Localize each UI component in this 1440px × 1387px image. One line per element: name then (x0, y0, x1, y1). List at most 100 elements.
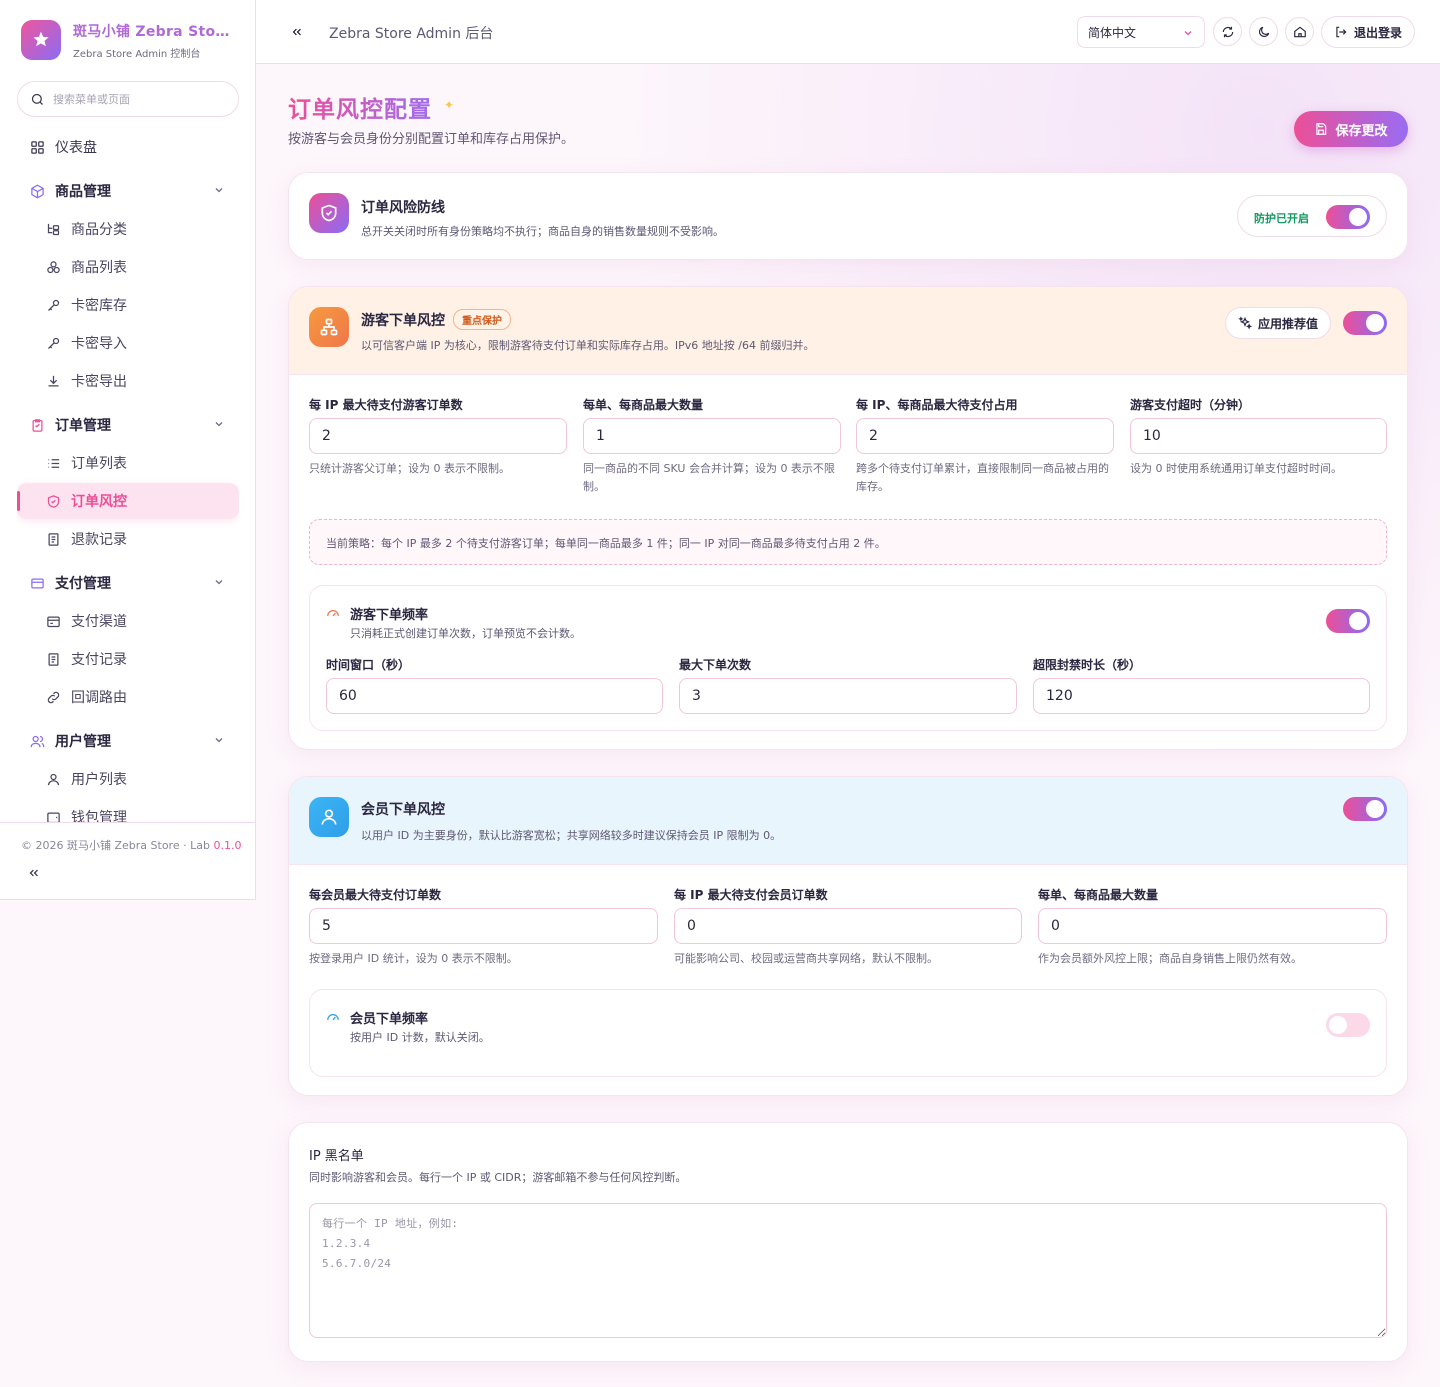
home-icon (1293, 26, 1306, 37)
collapse-menu-button[interactable] (290, 24, 304, 43)
sidebar-item-refunds[interactable]: 退款记录 (17, 521, 239, 557)
member-max-qty-per-order-input[interactable] (1038, 908, 1387, 944)
sidebar-item-order-risk[interactable]: 订单风控 (17, 483, 239, 519)
search-icon (31, 93, 43, 105)
sidebar-item-label: 订单风控 (71, 494, 127, 510)
chevron-down-icon (1184, 31, 1192, 36)
sidebar-footer: © 2026 斑马小铺 Zebra Store · Lab 0.1.0 (0, 822, 255, 877)
refresh-button[interactable] (1213, 17, 1242, 46)
guest-max-qty-per-order-input[interactable] (583, 418, 841, 454)
guest-frequency-description: 只消耗正式创建订单次数，订单预览不会计数。 (350, 627, 581, 640)
apply-recommended-button[interactable]: 应用推荐值 (1225, 307, 1331, 339)
sidebar-item-label: 回调路由 (71, 690, 127, 706)
sidebar-item-pay-channels[interactable]: 支付渠道 (17, 603, 239, 639)
page-description: 按游客与会员身份分别配置订单和库存占用保护。 (288, 132, 575, 147)
guest-field-label: 每 IP 最大待支付游客订单数 (309, 398, 463, 412)
member-risk-toggle[interactable] (1343, 797, 1387, 821)
chevrons-left-icon (29, 869, 38, 877)
sidebar-item-order-list[interactable]: 订单列表 (17, 445, 239, 481)
shield-check-icon (309, 193, 349, 233)
main-content: 订单风控配置 ✦ 按游客与会员身份分别配置订单和库存占用保护。 保存更改 订单风… (256, 64, 1440, 1387)
ip-blacklist-textarea[interactable] (309, 1203, 1387, 1338)
receipt-icon (45, 651, 61, 667)
guest-payment-timeout-input[interactable] (1130, 418, 1387, 454)
ban-duration-input[interactable] (1033, 678, 1370, 714)
sidebar: 斑马小铺 Zebra Store Zebra Store Admin 控制台 仪… (0, 0, 256, 900)
blacklist-description: 同时影响游客和会员。每行一个 IP 或 CIDR；游客邮箱不参与任何风控判断。 (309, 1171, 687, 1184)
sidebar-group-payments[interactable]: 支付管理 (17, 565, 239, 601)
copyright-text: © 2026 斑马小铺 Zebra Store · Lab (21, 839, 214, 852)
defense-description: 总开关关闭时所有身份策略均不执行；商品自身的销售数量规则不受影响。 (361, 225, 724, 238)
credit-card-icon (29, 575, 45, 591)
member-max-pending-orders-input[interactable] (309, 908, 658, 944)
ip-blacklist-card: IP 黑名单 同时影响游客和会员。每行一个 IP 或 CIDR；游客邮箱不参与任… (288, 1122, 1408, 1362)
sidebar-item-callback-routes[interactable]: 回调路由 (17, 679, 239, 715)
sidebar-item-card-export[interactable]: 卡密导出 (17, 363, 239, 399)
max-orders-input[interactable] (679, 678, 1017, 714)
time-window-input[interactable] (326, 678, 663, 714)
defense-toggle[interactable] (1326, 205, 1370, 229)
member-max-pending-per-ip-input[interactable] (674, 908, 1022, 944)
guest-field-help: 同一商品的不同 SKU 会合并计算；设为 0 表示不限制。 (583, 462, 835, 493)
home-button[interactable] (1285, 17, 1314, 46)
guest-max-pending-orders-per-ip-input[interactable] (309, 418, 567, 454)
sidebar-item-label: 支付渠道 (71, 614, 127, 630)
logout-button[interactable]: 退出登录 (1321, 16, 1415, 48)
guest-frequency-toggle[interactable] (1326, 609, 1370, 633)
sidebar-item-label: 商品分类 (71, 222, 127, 238)
member-frequency-toggle[interactable] (1326, 1013, 1370, 1037)
guest-field-label: 每 IP、每商品最大待支付占用 (856, 398, 1018, 412)
member-risk-card: 会员下单风控 以用户 ID 为主要身份，默认比游客宽松；共享网络较多时建议保持会… (288, 776, 1408, 1096)
guest-risk-toggle[interactable] (1343, 311, 1387, 335)
save-icon (1316, 123, 1327, 135)
guest-frequency-label: 超限封禁时长（秒） (1033, 658, 1142, 672)
chevron-down-icon (215, 738, 223, 743)
guest-title-row: 游客下单风控 重点保护 (361, 309, 511, 330)
sidebar-group-orders[interactable]: 订单管理 (17, 407, 239, 443)
guest-risk-card: 游客下单风控 重点保护 以可信客户端 IP 为核心，限制游客待支付订单和实际库存占… (288, 286, 1408, 750)
sidebar-item-label: 订单列表 (71, 456, 127, 472)
wallet-icon (45, 809, 61, 822)
collapse-sidebar-button[interactable] (27, 865, 41, 884)
version-text: 0.1.0 (213, 839, 242, 852)
sidebar-item-label: 卡密库存 (71, 298, 127, 314)
theme-toggle-button[interactable] (1249, 17, 1278, 46)
guest-priority-tag: 重点保护 (453, 309, 511, 330)
brand[interactable]: 斑马小铺 Zebra Store Zebra Store Admin 控制台 (21, 20, 231, 60)
guest-frequency-label: 时间窗口（秒） (326, 658, 411, 672)
tree-icon (45, 221, 61, 237)
save-button[interactable]: 保存更改 (1294, 111, 1408, 147)
member-frequency-title: 会员下单频率 (350, 1012, 429, 1027)
sidebar-item-categories[interactable]: 商品分类 (17, 211, 239, 247)
sidebar-item-pay-records[interactable]: 支付记录 (17, 641, 239, 677)
sidebar-group-products[interactable]: 商品管理 (17, 173, 239, 209)
member-frequency-panel: 会员下单频率 按用户 ID 计数，默认关闭。 (309, 989, 1387, 1077)
menu-search[interactable] (17, 81, 239, 117)
member-field-help: 按登录用户 ID 统计，设为 0 表示不限制。 (309, 952, 518, 965)
search-input[interactable] (53, 92, 223, 106)
defense-status: 防护已开启 (1237, 195, 1387, 237)
sidebar-item-products[interactable]: 商品列表 (17, 249, 239, 285)
gauge-icon (327, 610, 339, 617)
sidebar-item-card-stock[interactable]: 卡密库存 (17, 287, 239, 323)
member-field-label: 每会员最大待支付订单数 (309, 888, 442, 902)
language-select[interactable]: 简体中文 (1077, 16, 1205, 48)
key-icon (45, 297, 61, 313)
brand-logo-icon (21, 20, 61, 60)
sidebar-item-card-import[interactable]: 卡密导入 (17, 325, 239, 361)
sidebar-nav: 仪表盘 商品管理 商品分类 商品列表 卡密库存 卡密导入 卡密导出 订单管理 订… (17, 128, 239, 822)
member-field-help: 可能影响公司、校园或运营商共享网络，默认不限制。 (674, 952, 938, 965)
chevron-down-icon (215, 188, 223, 193)
sidebar-group-label: 商品管理 (55, 184, 111, 200)
link-icon (45, 689, 61, 705)
sidebar-item-wallets[interactable]: 钱包管理 (17, 799, 239, 822)
sidebar-group-label: 支付管理 (55, 576, 111, 592)
sidebar-group-users[interactable]: 用户管理 (17, 723, 239, 759)
member-frequency-description: 按用户 ID 计数，默认关闭。 (350, 1031, 490, 1044)
guest-description: 以可信客户端 IP 为核心，限制游客待支付订单和实际库存占用。IPv6 地址按 … (361, 339, 815, 352)
guest-max-hold-per-product-input[interactable] (856, 418, 1114, 454)
sidebar-item-dashboard[interactable]: 仪表盘 (17, 129, 239, 165)
boxes-icon (45, 259, 61, 275)
users-icon (29, 733, 45, 749)
sidebar-item-user-list[interactable]: 用户列表 (17, 761, 239, 797)
